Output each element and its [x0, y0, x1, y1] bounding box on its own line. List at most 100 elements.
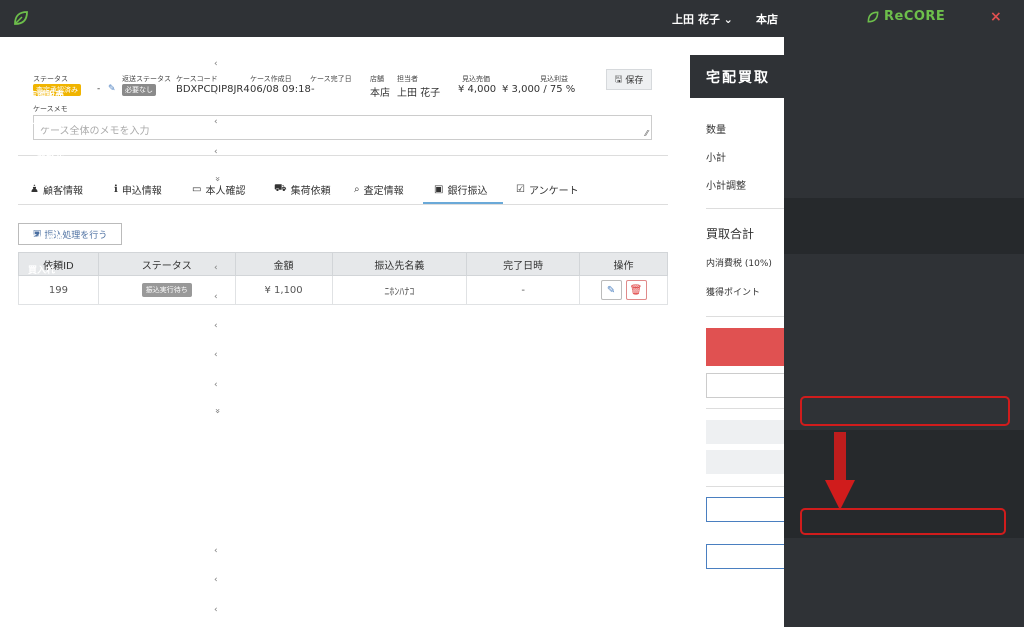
leaf-icon [867, 11, 879, 22]
chevron-left-icon: ‹ [214, 546, 218, 556]
side-menu [784, 37, 1024, 627]
case-code-value: BDXPCDIP8JR4 [176, 84, 250, 95]
chevron-left-icon: ‹ [214, 263, 218, 273]
chevron-left-icon: ‹ [214, 605, 218, 615]
tax-label: 内消費税 (10%) [706, 259, 772, 269]
leaf-logo-icon[interactable] [12, 9, 30, 27]
menu-item-members[interactable]: 会員 [28, 546, 46, 559]
active-tab-indicator [423, 202, 503, 204]
checkbox-icon: ☑ [516, 184, 525, 195]
est-sales-label: 見込売価 [462, 75, 490, 83]
red-arrow-icon [825, 432, 855, 510]
submenu-item-new-purchase[interactable]: 新規買取 [28, 232, 64, 245]
staff-value: 上田 花子 [397, 88, 441, 99]
chevron-down-icon: » [211, 176, 222, 182]
subtotal-label: 小計 [706, 153, 726, 164]
tab-application-info[interactable]: ℹ 申込情報 [114, 182, 162, 197]
truck-icon: ⛟ [274, 183, 287, 194]
menu-item-inventory[interactable]: 在庫 [28, 380, 46, 393]
save-button[interactable]: 🖫 保存 [606, 69, 652, 90]
chevron-left-icon: ‹ [214, 59, 218, 69]
menu-item-ec[interactable]: EC [28, 321, 41, 331]
primary-action-button[interactable] [706, 328, 786, 366]
completed-value: - [311, 84, 315, 95]
highlight-box-bank-transfer [800, 508, 1006, 535]
outline-button[interactable] [706, 497, 786, 522]
amount: ¥ 1,100 [234, 275, 333, 305]
close-icon[interactable]: × [990, 9, 1002, 25]
menu-item-general-sales[interactable]: 一般販売 [28, 147, 64, 160]
divider [706, 316, 786, 317]
submenu-item-register-close[interactable]: レジ締め [28, 465, 64, 478]
secondary-button[interactable] [706, 373, 786, 398]
menu-item-accounting[interactable]: 会計 [28, 408, 46, 421]
panel-field[interactable] [706, 450, 786, 474]
top-bar: 上田 花子 ⌄ 本店 ReCORE × [0, 0, 1024, 37]
tab-bank-transfer[interactable]: ▣ 銀行振込 [434, 182, 487, 197]
menu-item-kpi[interactable]: KPI [28, 575, 45, 585]
tab-appraisal-info[interactable]: ⌕ 査定情報 [354, 182, 404, 197]
account-name: ﾆﾎﾝﾊﾅｺ [331, 275, 468, 305]
staff-label: 担当者 [397, 75, 418, 83]
pencil-icon[interactable]: ✎ [108, 84, 116, 94]
right-panel-title: 宅配買取 [690, 55, 785, 98]
chevron-left-icon: ‹ [214, 350, 218, 360]
divider [706, 208, 786, 209]
menu-item-consignment[interactable]: 委託仕入 [28, 292, 64, 305]
divider [706, 408, 786, 409]
panel-field[interactable] [706, 420, 786, 444]
chevron-left-icon: ‹ [214, 380, 218, 390]
chevron-left-icon: ‹ [214, 321, 218, 331]
chevron-left-icon: ‹ [214, 117, 218, 127]
store-value: 本店 [370, 88, 390, 99]
resize-handle-icon[interactable]: ⁄⁄ [645, 129, 648, 138]
column-header: 振込先名義 [331, 252, 468, 276]
created-label: ケース作成日 [250, 75, 292, 83]
completed-at: - [466, 275, 581, 305]
id-card-icon: ▭ [192, 184, 202, 195]
menu-item-settings[interactable]: 設定 [28, 605, 46, 618]
est-profit-value: ¥ 3,000 / 75 % [502, 84, 576, 95]
submenu-item-bank-transfer-list[interactable]: 銀行振込一覧 [28, 516, 82, 529]
submenu-item-case-list[interactable]: ケースリスト [28, 207, 82, 220]
menu-item-store-sales[interactable]: 店頭販売 [28, 88, 64, 101]
menu-item-general-purchase[interactable]: 一般仕入 [28, 117, 64, 130]
created-value: 06/08 09:18 [250, 84, 311, 95]
menu-item-delivery-purchase[interactable]: 宅配買取 [28, 176, 64, 189]
tab-survey[interactable]: ☑ アンケート [516, 182, 579, 197]
store-name[interactable]: 本店 [756, 11, 778, 27]
menu-item-buy-in[interactable]: 買入れ [28, 263, 55, 276]
store-label: 店舗 [370, 75, 384, 83]
search-icon: ⌕ [354, 184, 360, 195]
chevron-left-icon: ‹ [214, 292, 218, 302]
money-icon: ▣ [434, 184, 444, 195]
menu-item-store-purchase[interactable]: 店頭買取 [28, 59, 64, 72]
tab-pickup-request[interactable]: ⛟ 集荷依頼 [274, 182, 331, 197]
divider [706, 486, 786, 487]
user-menu[interactable]: 上田 花子 ⌄ [672, 11, 733, 27]
status-label: ステータス [33, 75, 68, 83]
case-code-label: ケースコード [176, 75, 218, 83]
chevron-left-icon: ‹ [214, 147, 218, 157]
column-header: 完了日時 [466, 252, 581, 276]
chevron-left-icon: ‹ [214, 88, 218, 98]
transfer-table: 依頼ID ステータス 金額 振込先名義 完了日時 操作 199 振込実行待ち ¥… [18, 252, 668, 305]
submenu-item-register-cash[interactable]: レジ入出金 [28, 440, 73, 453]
tab-identity-check[interactable]: ▭ 本人確認 [192, 182, 245, 197]
submenu-item-accounting-report[interactable]: 経理ート [28, 490, 64, 503]
floppy-icon: 🖫 [614, 74, 623, 85]
delete-button[interactable]: 🗑 [625, 280, 647, 300]
info-icon: ℹ [114, 184, 118, 195]
case-memo-input[interactable]: ケース全体のメモを入力 ⁄⁄ [33, 115, 652, 140]
divider [18, 155, 668, 156]
outline-button[interactable] [706, 544, 786, 569]
menu-item-catalog[interactable]: カタログ [28, 350, 64, 363]
dash-text: - [97, 84, 101, 94]
edit-button[interactable]: ✎ [600, 280, 622, 300]
est-profit-label: 見込利益 [540, 75, 568, 83]
column-header: 金額 [234, 252, 333, 276]
completed-label: ケース完了日 [310, 75, 352, 83]
shipping-status-badge: 必要なし [122, 84, 156, 96]
chevron-down-icon: » [211, 408, 222, 414]
tab-bar: ♟ 顧客情報 ℹ 申込情報 ▭ 本人確認 ⛟ 集荷依頼 ⌕ 査定情報 ▣ 銀行振込 ☑ アンケ… [18, 178, 668, 205]
